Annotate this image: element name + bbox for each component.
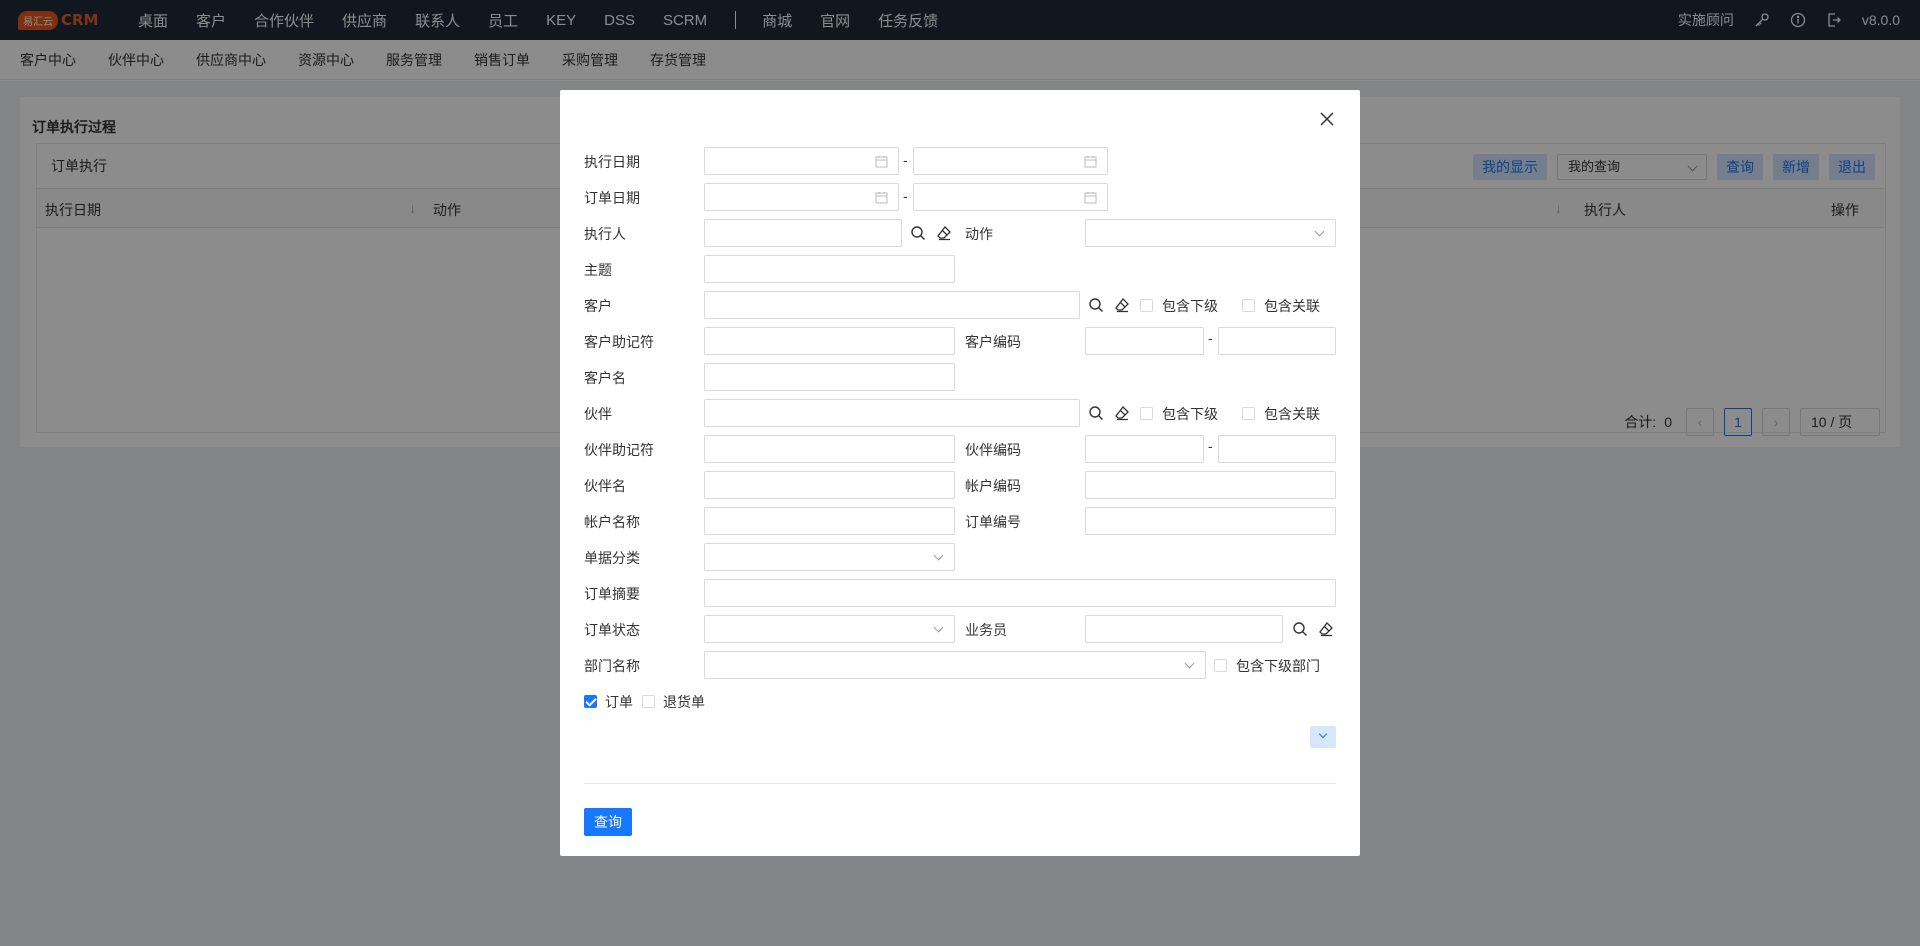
chevron-down-icon <box>1314 226 1325 237</box>
query-submit-button[interactable]: 查询 <box>584 808 632 836</box>
expand-chevron-icon[interactable] <box>1310 726 1336 748</box>
partner-name-input[interactable] <box>704 471 955 499</box>
eraser-icon[interactable] <box>1318 621 1334 637</box>
customer-include-rel-checkbox[interactable] <box>1242 299 1255 312</box>
return-order-checkbox[interactable] <box>642 695 655 708</box>
calendar-icon <box>875 192 888 204</box>
customer-name-input[interactable] <box>704 363 955 391</box>
exec-date-start-input[interactable] <box>704 147 899 175</box>
subject-input[interactable] <box>704 255 955 283</box>
eraser-icon[interactable] <box>1114 297 1130 313</box>
label-customer-name: 客户名 <box>584 370 626 386</box>
order-date-end-input[interactable] <box>913 183 1108 211</box>
label-customer: 客户 <box>584 298 612 314</box>
search-icon[interactable] <box>1292 621 1308 637</box>
label-doc-category: 单据分类 <box>584 550 640 566</box>
customer-code-end-input[interactable] <box>1218 327 1336 355</box>
search-icon[interactable] <box>1088 297 1104 313</box>
order-no-input[interactable] <box>1085 507 1336 535</box>
label-partner: 伙伴 <box>584 406 612 422</box>
return-order-checkbox-label: 退货单 <box>663 694 705 710</box>
include-sub-dept-label: 包含下级部门 <box>1236 658 1320 674</box>
order-status-select[interactable] <box>704 615 955 643</box>
partner-code-start-input[interactable] <box>1085 435 1204 463</box>
search-icon[interactable] <box>910 225 926 241</box>
label-executor: 执行人 <box>584 226 626 242</box>
partner-include-sub-checkbox[interactable] <box>1140 407 1153 420</box>
calendar-icon <box>875 156 888 168</box>
doc-category-select[interactable] <box>704 543 955 571</box>
exec-date-end-input[interactable] <box>913 147 1108 175</box>
partner-include-rel-label: 包含关联 <box>1264 406 1320 422</box>
salesman-input[interactable] <box>1085 615 1283 643</box>
order-date-start-input[interactable] <box>704 183 899 211</box>
calendar-icon <box>1084 156 1097 168</box>
close-icon[interactable] <box>1318 110 1336 128</box>
label-partner-mnemonic: 伙伴助记符 <box>584 442 654 458</box>
date-dash: - <box>903 152 908 168</box>
chevron-down-icon <box>1184 658 1195 669</box>
partner-include-sub-label: 包含下级 <box>1162 406 1218 422</box>
customer-code-start-input[interactable] <box>1085 327 1204 355</box>
dept-name-select[interactable] <box>704 651 1206 679</box>
order-checkbox-label: 订单 <box>605 694 633 710</box>
executor-input[interactable] <box>704 219 902 247</box>
order-summary-input[interactable] <box>704 579 1336 607</box>
customer-include-sub-label: 包含下级 <box>1162 298 1218 314</box>
partner-mnemonic-input[interactable] <box>704 435 955 463</box>
label-action: 动作 <box>965 226 993 242</box>
account-name-input[interactable] <box>704 507 955 535</box>
label-order-status: 订单状态 <box>584 622 640 638</box>
label-dept-name: 部门名称 <box>584 658 640 674</box>
eraser-icon[interactable] <box>1114 405 1130 421</box>
label-partner-code: 伙伴编码 <box>965 442 1021 458</box>
label-salesman: 业务员 <box>965 622 1007 638</box>
label-customer-mnemonic: 客户助记符 <box>584 334 654 350</box>
label-order-no: 订单编号 <box>965 514 1021 530</box>
label-order-summary: 订单摘要 <box>584 586 640 602</box>
eraser-icon[interactable] <box>936 225 952 241</box>
customer-include-rel-label: 包含关联 <box>1264 298 1320 314</box>
label-customer-code: 客户编码 <box>965 334 1021 350</box>
label-partner-name: 伙伴名 <box>584 478 626 494</box>
chevron-down-icon <box>933 550 944 561</box>
label-order-date: 订单日期 <box>584 190 640 206</box>
divider <box>584 783 1336 784</box>
search-icon[interactable] <box>1088 405 1104 421</box>
account-code-input[interactable] <box>1085 471 1336 499</box>
partner-code-end-input[interactable] <box>1218 435 1336 463</box>
partner-include-rel-checkbox[interactable] <box>1242 407 1255 420</box>
label-account-name: 帐户名称 <box>584 514 640 530</box>
order-checkbox[interactable] <box>584 695 597 708</box>
partner-input[interactable] <box>704 399 1080 427</box>
include-sub-dept-checkbox[interactable] <box>1214 659 1227 672</box>
chevron-down-icon <box>933 622 944 633</box>
customer-include-sub-checkbox[interactable] <box>1140 299 1153 312</box>
code-dash: - <box>1208 438 1213 454</box>
label-account-code: 帐户编码 <box>965 478 1021 494</box>
search-modal: 执行日期 - 订单日期 - 执行人 动作 主题 客户 包含下级 包含关联 客户助… <box>560 90 1360 856</box>
action-select[interactable] <box>1085 219 1336 247</box>
customer-mnemonic-input[interactable] <box>704 327 955 355</box>
date-dash: - <box>903 188 908 204</box>
label-subject: 主题 <box>584 262 612 278</box>
code-dash: - <box>1208 330 1213 346</box>
label-exec-date: 执行日期 <box>584 154 640 170</box>
calendar-icon <box>1084 192 1097 204</box>
customer-input[interactable] <box>704 291 1080 319</box>
